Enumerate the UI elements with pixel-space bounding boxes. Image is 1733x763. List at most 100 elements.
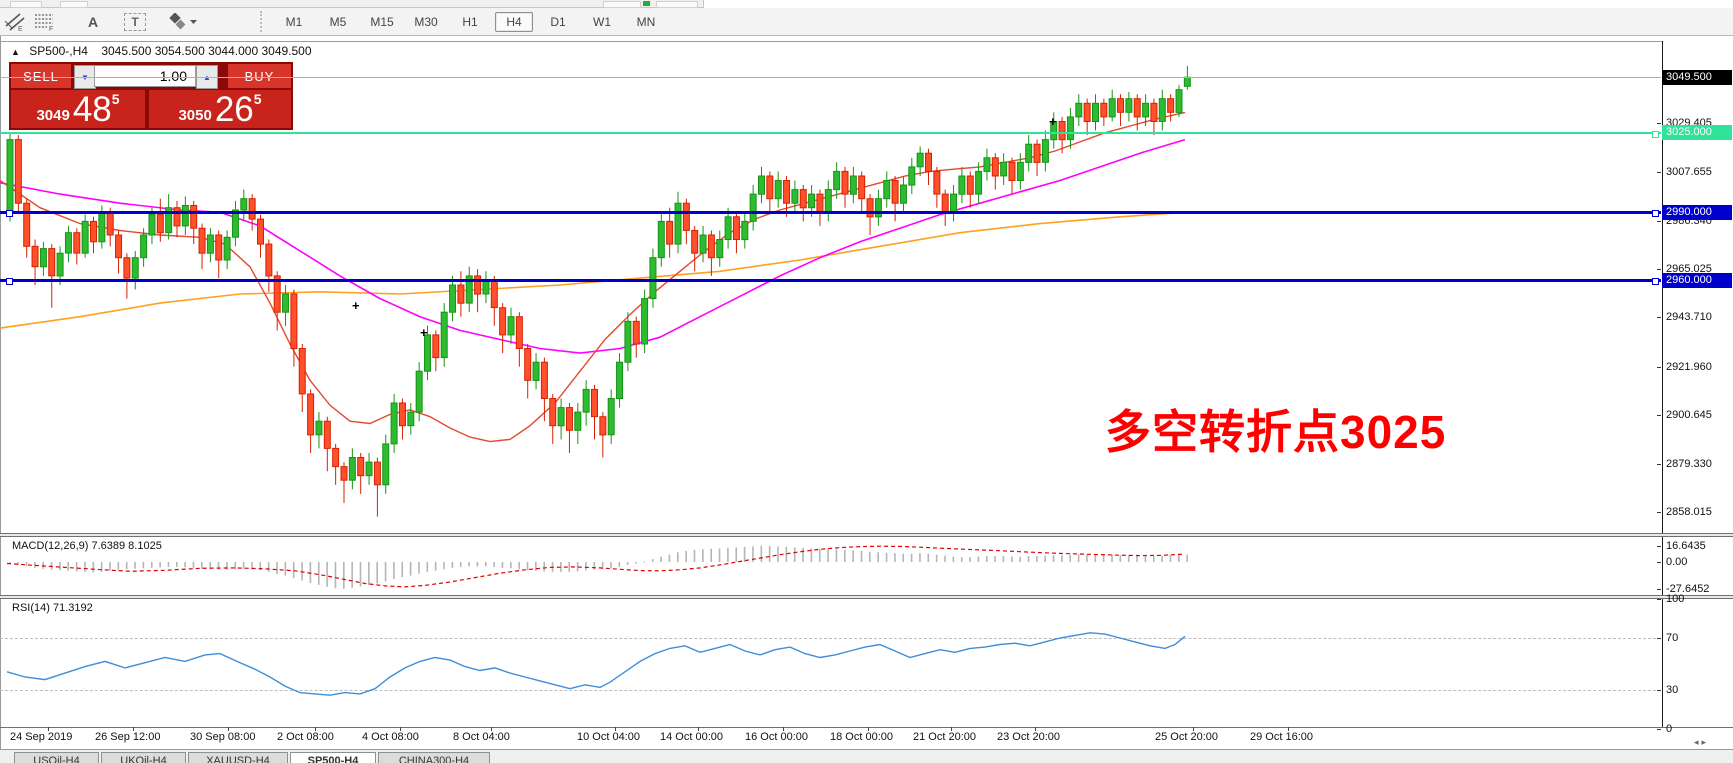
ma-slow-orange-line: [0, 212, 1185, 328]
time-axis-tick: [951, 727, 952, 731]
toolbar-separator: [260, 11, 266, 32]
rsi-tick: [1657, 690, 1661, 691]
time-axis-label: 10 Oct 04:00: [577, 731, 640, 743]
price-tick-label: 2943.710: [1666, 311, 1712, 323]
svg-text:F: F: [49, 26, 53, 32]
chart-tab-ukoil-h4[interactable]: UKOil-H4: [101, 752, 186, 763]
text-box-icon[interactable]: T: [124, 13, 146, 31]
time-axis-label: 4 Oct 08:00: [362, 731, 419, 743]
macd-indicator: [0, 538, 1661, 596]
price-tick: [1657, 123, 1661, 124]
time-axis-tick: [315, 727, 316, 731]
line-handle[interactable]: [1652, 131, 1659, 138]
ma-mid-magenta-line: [0, 140, 1185, 354]
cross-marker: +: [420, 325, 428, 340]
price-tick: [1657, 221, 1661, 222]
price-tick: [1657, 415, 1661, 416]
rsi-axis-label: 0: [1666, 723, 1672, 735]
price-tick-label: 2879.330: [1666, 458, 1712, 470]
time-axis-tick: [1288, 727, 1289, 731]
timeframe-button-w1[interactable]: W1: [583, 12, 621, 32]
fibonacci-retracement-icon[interactable]: F: [32, 11, 58, 32]
rsi-axis-label: 100: [1666, 593, 1684, 605]
timeframe-button-m30[interactable]: M30: [407, 12, 445, 32]
cross-marker: +: [1049, 114, 1057, 129]
timeframe-button-mn[interactable]: MN: [627, 12, 665, 32]
time-axis-tick: [228, 727, 229, 731]
sliver-button[interactable]: [60, 1, 88, 8]
chart-tab-usoil-h4[interactable]: USOil-H4: [14, 752, 99, 763]
level-line-3025[interactable]: [0, 132, 1661, 134]
time-axis-label: 2 Oct 08:00: [277, 731, 334, 743]
text-label-icon[interactable]: A: [80, 11, 106, 32]
rsi-tick: [1657, 729, 1661, 730]
time-axis-tick: [615, 727, 616, 731]
price-tick-label: 2858.015: [1666, 506, 1712, 518]
cross-marker: +: [352, 298, 360, 313]
line-handle[interactable]: [6, 278, 13, 285]
line-handle[interactable]: [6, 210, 13, 217]
timeframe-button-m5[interactable]: M5: [319, 12, 357, 32]
equidistant-channel-icon[interactable]: E: [2, 11, 28, 32]
time-axis-tick: [1035, 727, 1036, 731]
scroll-arrows[interactable]: ◂▸: [1694, 737, 1709, 748]
price-tick: [1657, 464, 1661, 465]
current-price-badge: 3049.500: [1662, 70, 1732, 85]
chart-tab-xauusd-h4[interactable]: XAUUSD-H4: [188, 752, 288, 763]
timeframe-button-d1[interactable]: D1: [539, 12, 577, 32]
time-axis-tick: [1193, 727, 1194, 731]
time-axis-label: 21 Oct 20:00: [913, 731, 976, 743]
timeframe-button-m1[interactable]: M1: [275, 12, 313, 32]
chart-tab-bar: USOil-H4UKOil-H4XAUUSD-H4SP500-H4CHINA30…: [0, 749, 1733, 763]
current-price-line: [0, 77, 1661, 78]
price-tick-label: 2900.645: [1666, 409, 1712, 421]
time-axis-label: 30 Sep 08:00: [190, 731, 255, 743]
time-axis-label: 23 Oct 20:00: [997, 731, 1060, 743]
time-axis-tick: [400, 727, 401, 731]
line-handle[interactable]: [1652, 278, 1659, 285]
chart-tab-china300-h4[interactable]: CHINA300-H4: [378, 752, 490, 763]
rsi-axis-label: 70: [1666, 632, 1678, 644]
time-axis-label: 8 Oct 04:00: [453, 731, 510, 743]
macd-signal-line: [7, 546, 1185, 587]
level-price-badge-2960.000: 2960.000: [1662, 273, 1732, 288]
line-handle[interactable]: [1652, 210, 1659, 217]
rsi-bottom-border: [0, 727, 1733, 728]
shapes-dropdown-icon[interactable]: [164, 11, 200, 32]
chart-tab-sp500-h4[interactable]: SP500-H4: [290, 752, 376, 763]
candlestick-chart: [0, 42, 1661, 533]
sliver-button[interactable]: [603, 1, 641, 8]
rsi-line: [7, 633, 1185, 695]
macd-tick: [1657, 589, 1661, 590]
rsi-tick: [1657, 599, 1661, 600]
timeframe-button-h1[interactable]: H1: [451, 12, 489, 32]
toolbar: E F A T M1 M5 M15 M30 H1 H4 D1 W1 MN: [0, 8, 1733, 36]
price-tick: [1657, 269, 1661, 270]
rsi-axis-label: 30: [1666, 684, 1678, 696]
sliver-green-indicator: [643, 1, 650, 6]
level-line-2960[interactable]: [0, 279, 1661, 282]
time-axis-label: 14 Oct 00:00: [660, 731, 723, 743]
macd-tick: [1657, 562, 1661, 563]
time-axis-tick: [133, 727, 134, 731]
level-price-badge-2990.000: 2990.000: [1662, 205, 1732, 220]
timeframe-group: M1 M5 M15 M30 H1 H4 D1 W1 MN: [272, 12, 668, 32]
upper-toolbar-sliver: [0, 0, 704, 8]
macd-axis-label: 0.00: [1666, 556, 1687, 568]
macd-axis-label: 16.6435: [1666, 540, 1706, 552]
time-axis-tick: [868, 727, 869, 731]
time-axis-tick: [783, 727, 784, 731]
rsi-label: RSI(14) 71.3192: [12, 602, 93, 614]
macd-splitter[interactable]: [0, 533, 1733, 537]
time-axis-tick: [698, 727, 699, 731]
timeframe-button-h4[interactable]: H4: [495, 12, 533, 32]
sliver-button[interactable]: [10, 1, 42, 8]
level-line-2990[interactable]: [0, 211, 1661, 214]
time-axis-label: 16 Oct 00:00: [745, 731, 808, 743]
timeframe-button-m15[interactable]: M15: [363, 12, 401, 32]
sliver-button[interactable]: [656, 1, 698, 8]
time-axis-label: 24 Sep 2019: [10, 731, 72, 743]
price-tick: [1657, 317, 1661, 318]
macd-label: MACD(12,26,9) 7.6389 8.1025: [12, 540, 162, 552]
svg-text:E: E: [18, 26, 23, 32]
